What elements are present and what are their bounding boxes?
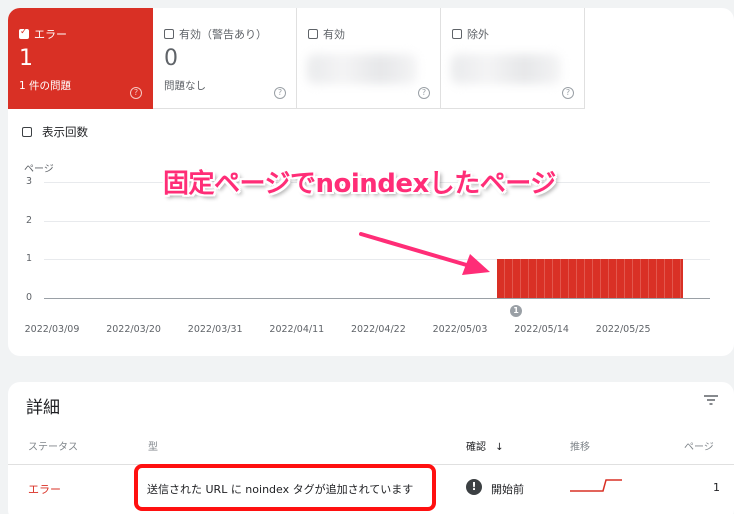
column-validation-label: 確認 (466, 442, 486, 453)
column-validation[interactable]: 確認 ↓ (466, 438, 504, 453)
details-title: 詳細 (26, 398, 60, 418)
help-icon[interactable]: ? (562, 87, 574, 99)
gridline (44, 220, 710, 222)
coverage-card: エラー 1 1 件の問題 ? 有効（警告あり） 0 問題なし ? 有効 ? 除外… (8, 8, 734, 356)
bar-series[interactable] (497, 259, 683, 298)
highlight-box (134, 464, 436, 511)
column-status[interactable]: ステータス (28, 438, 78, 453)
help-icon[interactable]: ? (274, 87, 286, 99)
impressions-label: 表示回数 (42, 125, 88, 139)
tile-valid-warning[interactable]: 有効（警告あり） 0 問題なし ? (153, 8, 297, 109)
x-tick-label: 2022/03/31 (187, 324, 243, 335)
impressions-toggle[interactable]: 表示回数 (22, 124, 88, 140)
tile-error[interactable]: エラー 1 1 件の問題 ? (8, 8, 153, 109)
row-pages: 1 (713, 481, 720, 494)
tile-label: 有効 (323, 28, 345, 41)
tile-label: エラー (34, 28, 67, 41)
trend-sparkline (570, 479, 622, 492)
checkbox-icon[interactable] (308, 29, 318, 39)
tile-sub: 問題なし (164, 80, 206, 92)
blurred-value (451, 54, 561, 84)
blurred-value (307, 54, 417, 84)
y-tick-label: 1 (26, 253, 33, 265)
x-tick-label: 2022/03/20 (106, 324, 161, 335)
alert-icon: ! (466, 479, 482, 495)
x-tick-label: 2022/04/22 (351, 324, 406, 335)
checkbox-icon[interactable] (22, 127, 32, 137)
x-tick-label: 2022/05/25 (595, 324, 651, 335)
checkbox-icon[interactable] (452, 29, 462, 39)
y-axis-title: ページ (24, 164, 54, 175)
help-icon[interactable]: ? (418, 87, 430, 99)
column-pages[interactable]: ページ (684, 438, 714, 453)
y-tick-label: 0 (26, 292, 33, 303)
x-axis-line (44, 298, 710, 299)
tile-valid[interactable]: 有効 ? (297, 8, 441, 109)
annotation-text: 固定ページでnoindexしたページ (163, 169, 556, 199)
sort-arrow-down-icon: ↓ (495, 442, 504, 453)
annotation-marker[interactable]: 1 (510, 305, 523, 317)
checkbox-icon[interactable] (164, 29, 174, 39)
x-tick-label: 2022/05/14 (514, 324, 569, 335)
y-tick-label: 2 (26, 214, 33, 226)
tile-count: 1 (19, 46, 33, 71)
filter-icon[interactable] (704, 394, 718, 406)
row-validation: 開始前 (491, 483, 524, 496)
tile-label: 有効（警告あり） (179, 28, 267, 41)
column-trend[interactable]: 推移 (570, 438, 590, 453)
row-status: エラー (28, 483, 61, 496)
tile-label: 除外 (467, 28, 489, 41)
x-tick-label: 2022/04/11 (269, 324, 325, 335)
checkbox-icon[interactable] (19, 27, 29, 39)
details-card: 詳細 ステータス 型 確認 ↓ 推移 ページ エラー 送信された URL に n… (8, 382, 734, 514)
column-type[interactable]: 型 (148, 438, 158, 453)
y-tick-label: 3 (26, 176, 33, 187)
tile-excluded[interactable]: 除外 ? (441, 8, 585, 109)
annotation-arrow-icon (359, 232, 490, 275)
tile-count: 0 (164, 46, 178, 71)
tile-sub: 1 件の問題 (19, 80, 72, 92)
x-tick-label: 2022/05/03 (432, 324, 488, 335)
x-tick-label: 2022/03/09 (24, 324, 80, 335)
help-icon[interactable]: ? (130, 87, 142, 99)
